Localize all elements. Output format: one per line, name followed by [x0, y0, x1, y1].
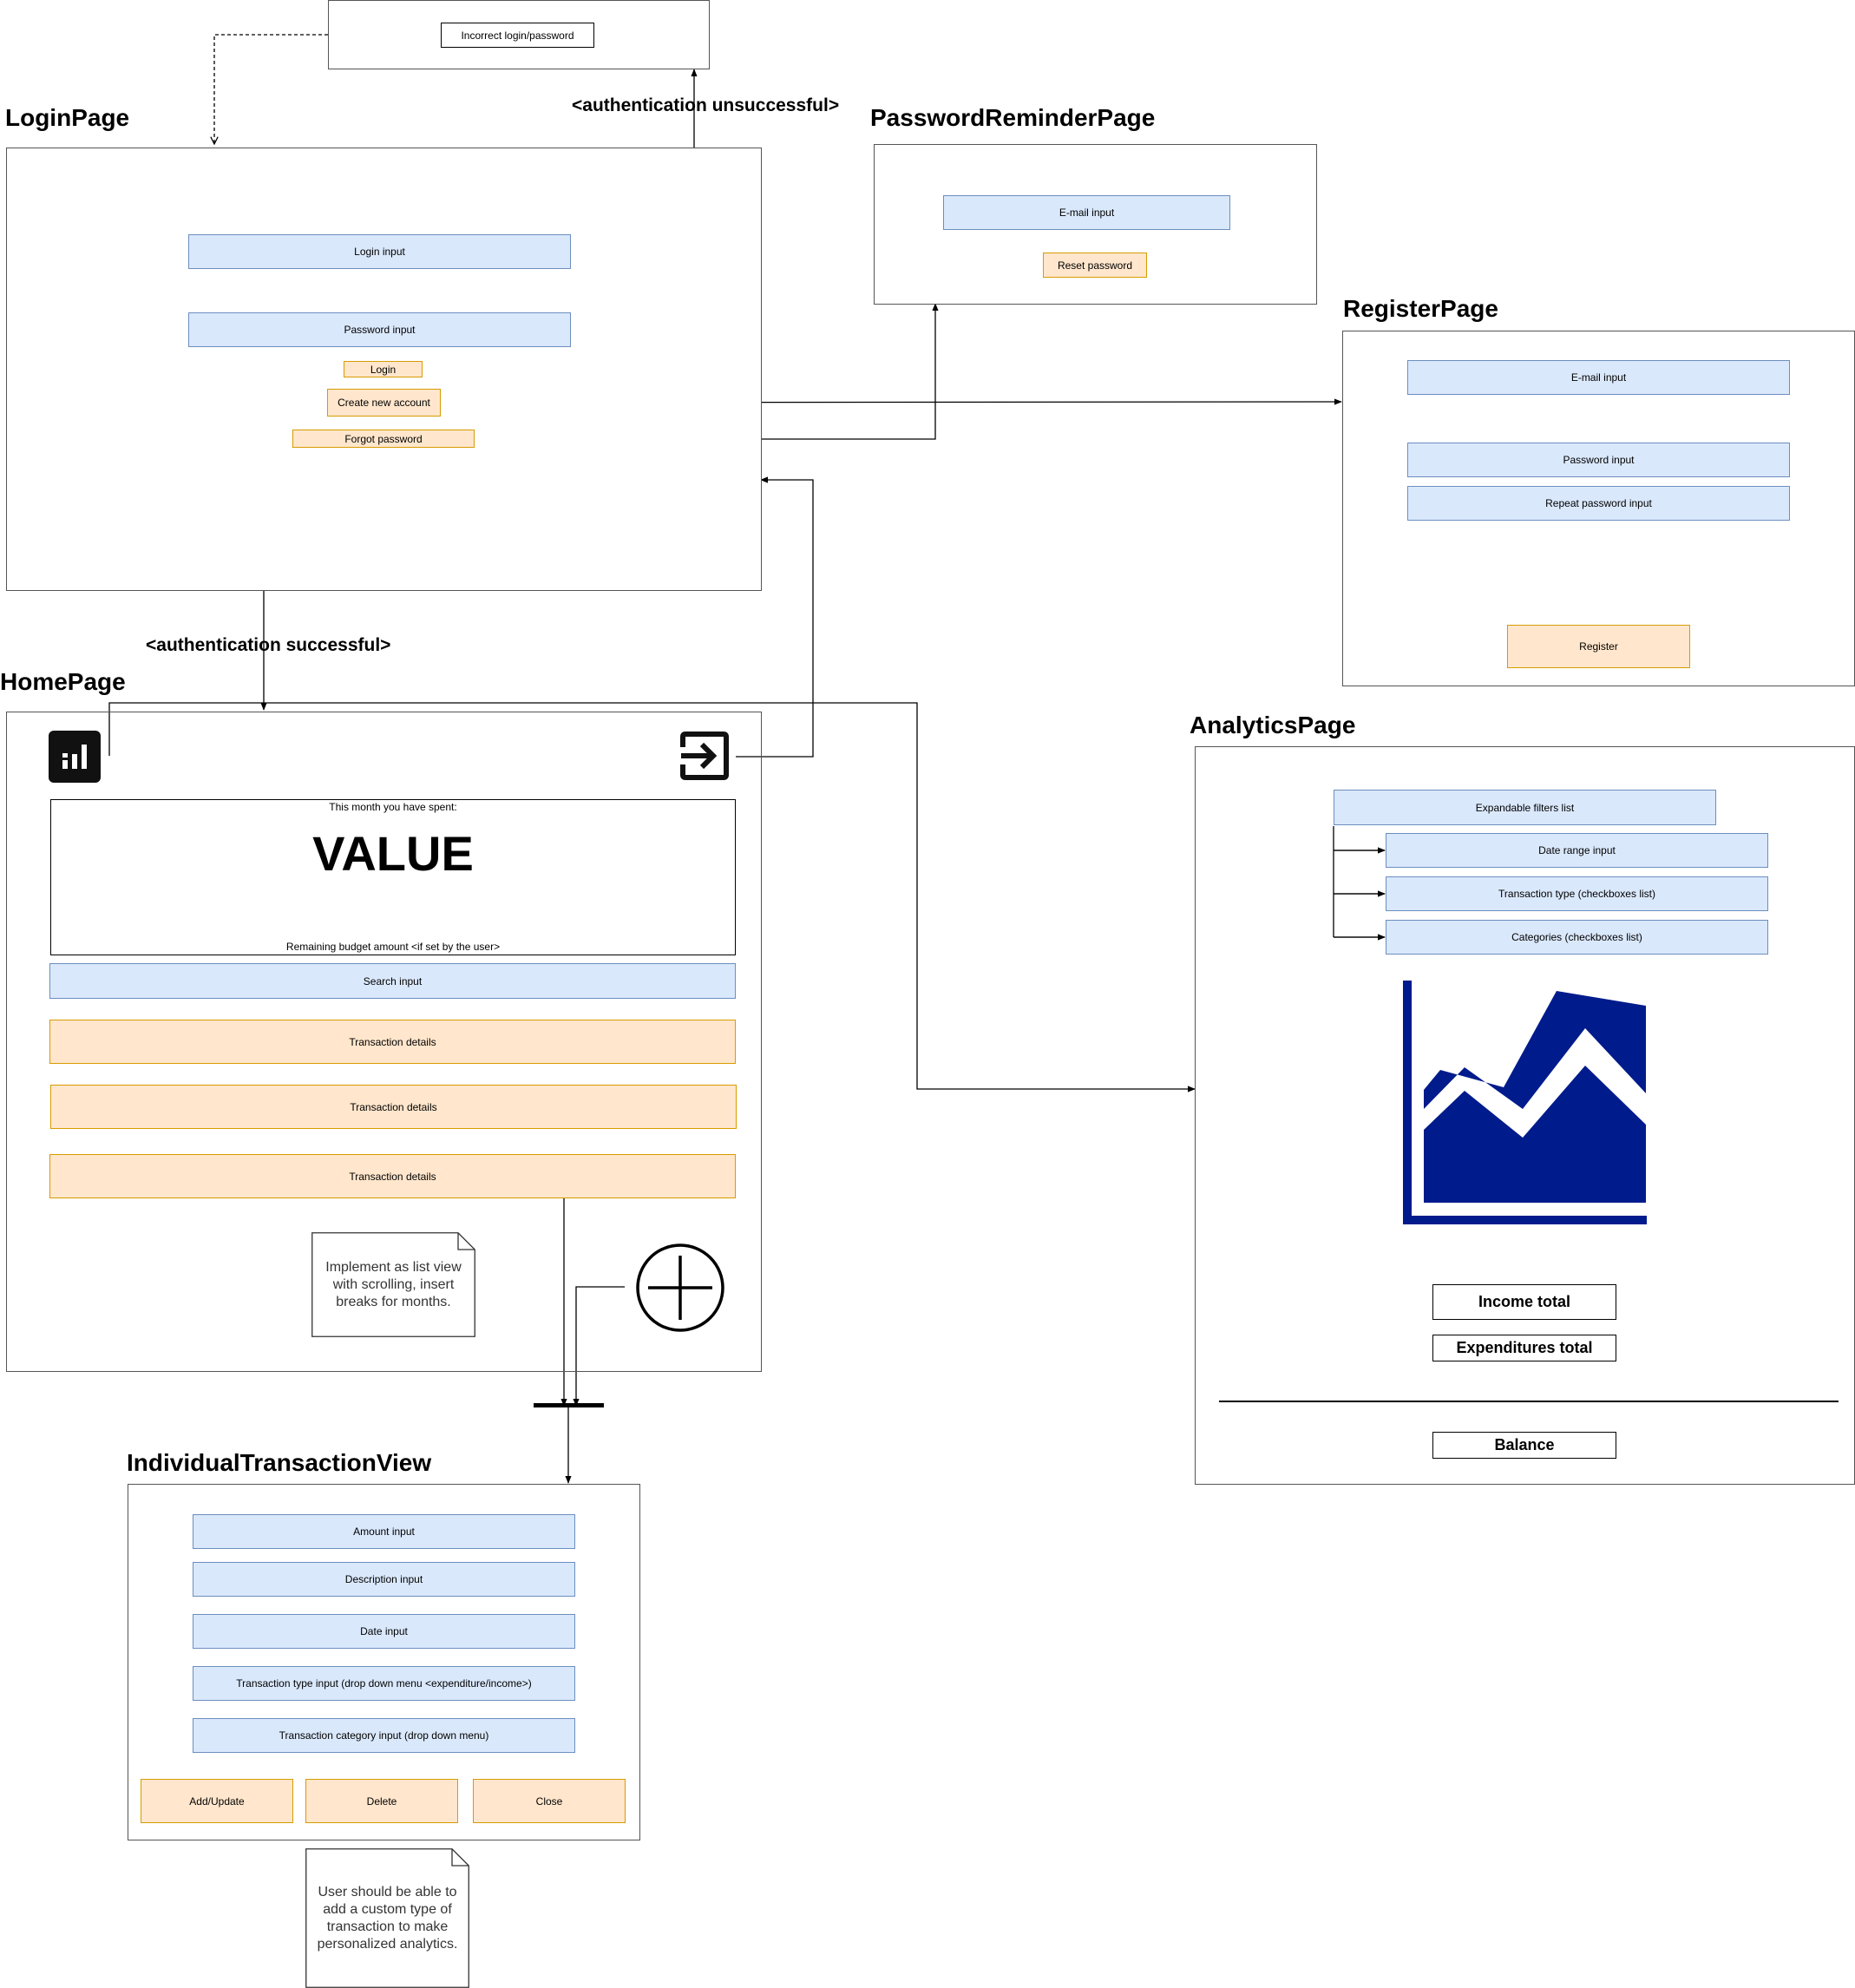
- register-password-input[interactable]: Password input: [1407, 443, 1790, 477]
- date-input[interactable]: Date input: [193, 1614, 575, 1649]
- repeat-password-input[interactable]: Repeat password input: [1407, 486, 1790, 521]
- search-input[interactable]: Search input: [49, 963, 736, 999]
- register-button[interactable]: Register: [1507, 625, 1690, 668]
- reset-password-button[interactable]: Reset password: [1043, 253, 1147, 278]
- analytics-page-title: AnalyticsPage: [1190, 712, 1356, 738]
- create-account-button[interactable]: Create new account: [327, 389, 441, 417]
- transaction-type-input[interactable]: Transaction type input (drop down menu <…: [193, 1666, 575, 1701]
- reminder-email-input[interactable]: E-mail input: [943, 195, 1230, 230]
- expandable-filters-list[interactable]: Expandable filters list: [1334, 790, 1716, 825]
- analytics-icon[interactable]: [49, 731, 101, 783]
- login-input[interactable]: Login input: [188, 234, 571, 269]
- transaction-view-title: IndividualTransactionView: [127, 1449, 432, 1476]
- spent-value: VALUE: [312, 826, 474, 881]
- description-input[interactable]: Description input: [193, 1562, 575, 1597]
- fork-bar: [534, 1403, 604, 1407]
- date-range-input[interactable]: Date range input: [1386, 833, 1768, 868]
- delete-button[interactable]: Delete: [305, 1779, 458, 1823]
- transaction-category-input[interactable]: Transaction category input (drop down me…: [193, 1718, 575, 1753]
- login-button[interactable]: Login: [344, 361, 423, 377]
- transaction-note: User should be able to add a custom type…: [305, 1848, 469, 1988]
- spent-caption: This month you have spent:: [329, 801, 457, 813]
- remaining-budget: Remaining budget amount <if set by the u…: [285, 941, 501, 953]
- add-update-button[interactable]: Add/Update: [141, 1779, 293, 1823]
- area-chart-icon: [1403, 981, 1648, 1224]
- transaction-item[interactable]: Transaction details: [49, 1154, 736, 1198]
- home-note: Implement as list view with scrolling, i…: [311, 1232, 475, 1337]
- register-page-title: RegisterPage: [1343, 295, 1498, 322]
- add-transaction-icon[interactable]: [635, 1243, 725, 1333]
- amount-input[interactable]: Amount input: [193, 1514, 575, 1549]
- expenditures-total: Expenditures total: [1432, 1335, 1616, 1361]
- password-reminder-title: PasswordReminderPage: [870, 104, 1156, 131]
- categories-filter[interactable]: Categories (checkboxes list): [1386, 920, 1768, 955]
- home-page-title: HomePage: [0, 668, 126, 695]
- password-input[interactable]: Password input: [188, 312, 571, 347]
- edge-error-to-login: [214, 34, 328, 144]
- error-message: Incorrect login/password: [441, 23, 594, 48]
- close-button[interactable]: Close: [473, 1779, 626, 1823]
- login-page-title: LoginPage: [5, 104, 130, 131]
- totals-divider: [1219, 1401, 1839, 1402]
- transaction-item[interactable]: Transaction details: [49, 1020, 736, 1064]
- register-email-input[interactable]: E-mail input: [1407, 360, 1790, 395]
- income-total: Income total: [1432, 1284, 1616, 1320]
- balance: Balance: [1432, 1432, 1616, 1459]
- forgot-password-button[interactable]: Forgot password: [292, 430, 475, 448]
- edge-label-auth-unsuccessful: <authentication unsuccessful>: [572, 95, 840, 115]
- logout-icon[interactable]: [679, 732, 730, 780]
- transaction-type-filter[interactable]: Transaction type (checkboxes list): [1386, 876, 1768, 911]
- transaction-item[interactable]: Transaction details: [50, 1085, 737, 1129]
- edge-label-auth-successful: <authentication successful>: [146, 635, 391, 655]
